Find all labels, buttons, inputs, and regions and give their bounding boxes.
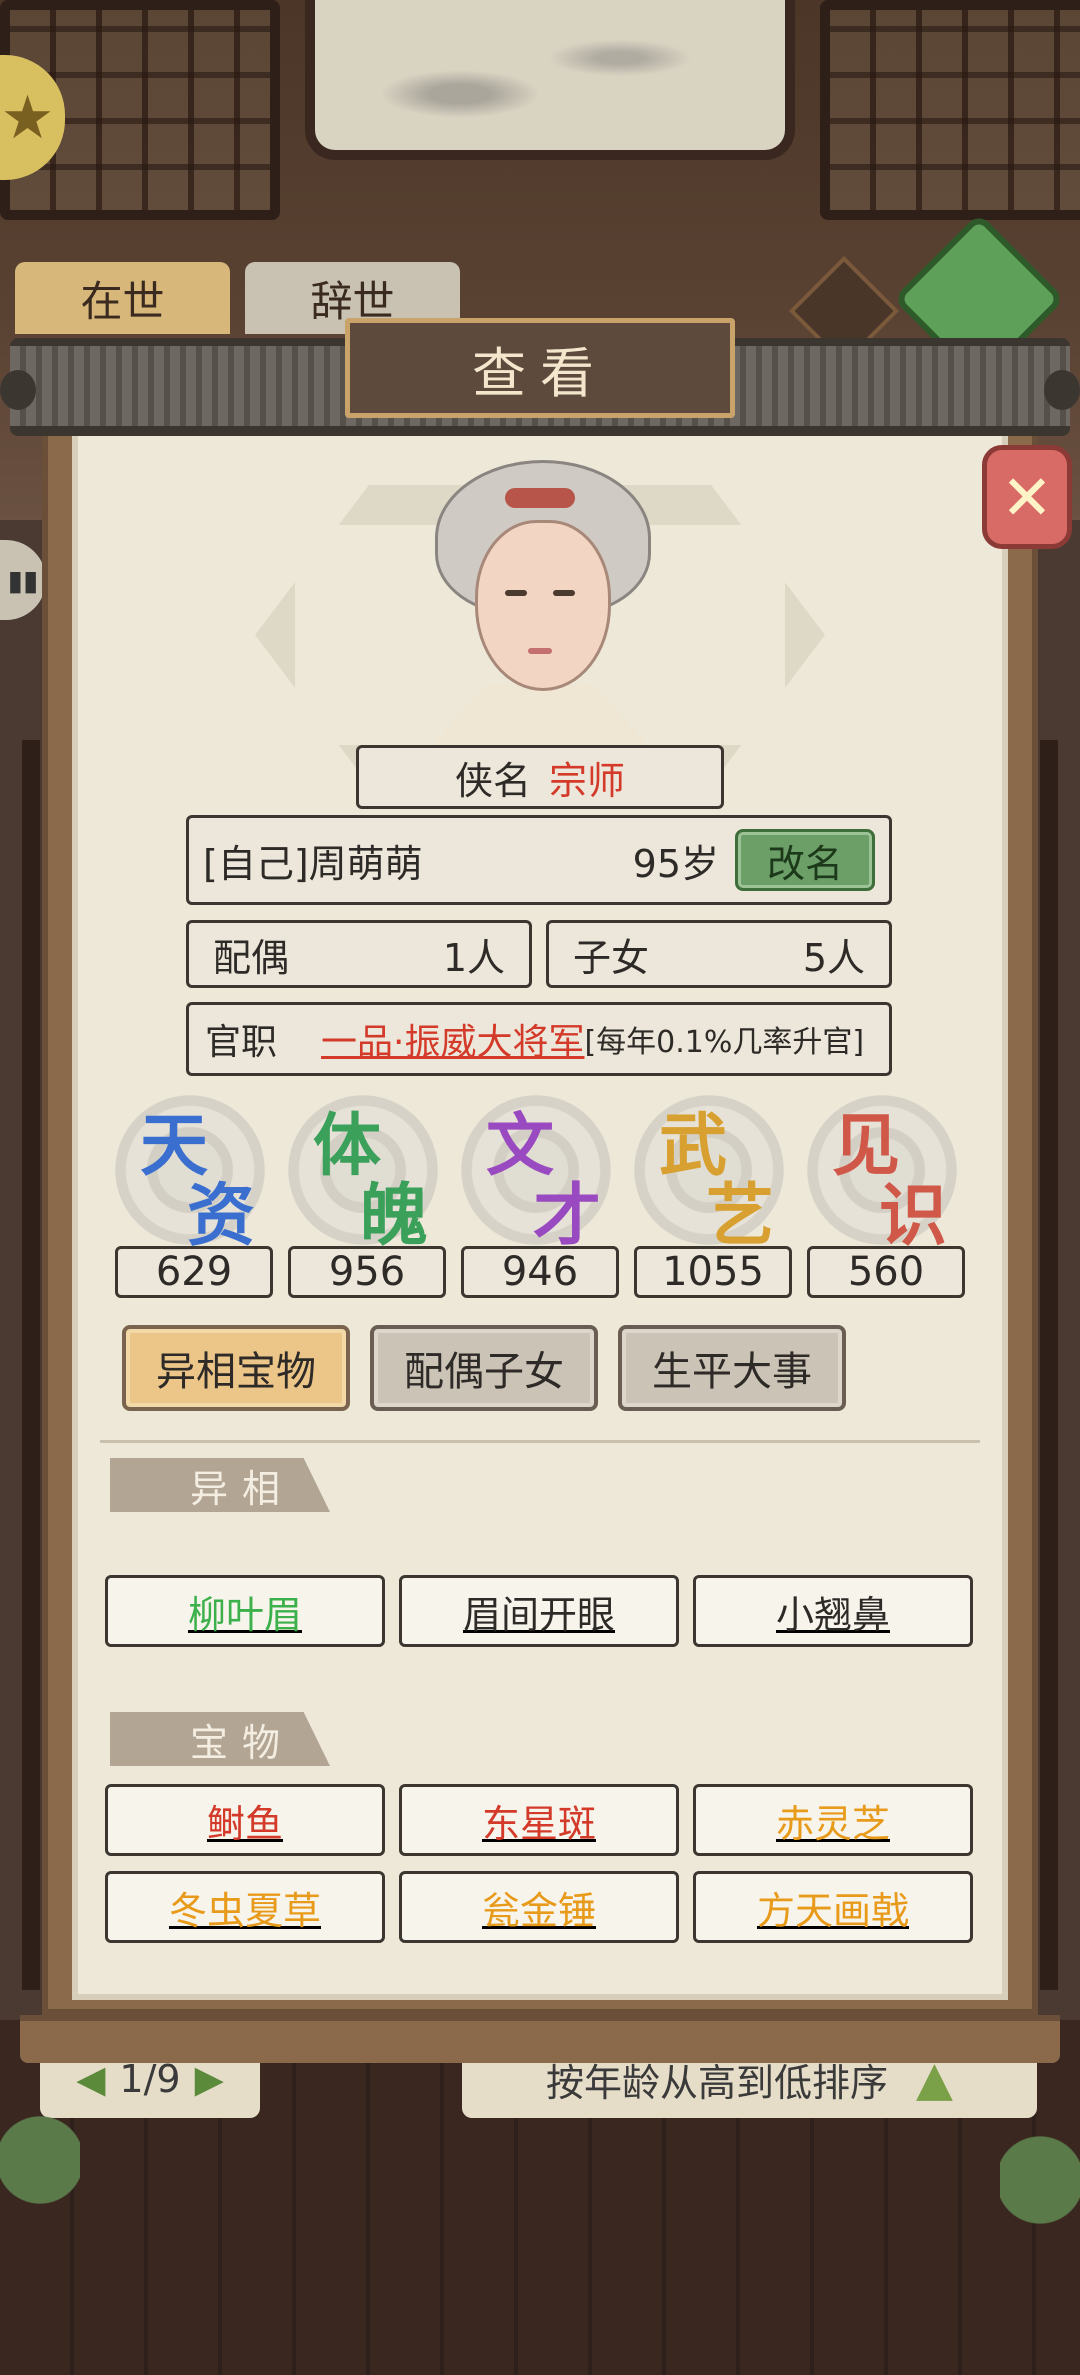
tab-spouse-children[interactable]: 配偶子女: [370, 1325, 598, 1411]
stat-insight-char2: 识: [879, 1177, 948, 1256]
roof-end-right: [1044, 370, 1080, 410]
tab-traits-treasures[interactable]: 异相宝物: [122, 1325, 350, 1411]
alias-label: 侠名: [454, 758, 531, 803]
dialog-base: [20, 2015, 1060, 2063]
stat-martial-value: 1055: [634, 1246, 792, 1298]
flower-decoration-left: [0, 2060, 80, 2260]
stat-literary-number: 946: [501, 1249, 579, 1295]
bg-column-right: [1040, 740, 1058, 1990]
treasure-item-label: 瓮金锤: [481, 1888, 596, 1933]
rename-button[interactable]: 改名: [735, 829, 875, 891]
dialog-title-plate: 查看: [345, 318, 735, 418]
official-note: [每年0.1%几率升官]: [584, 1025, 865, 1060]
stat-literary-value: 946: [461, 1246, 619, 1298]
trait-item[interactable]: 小翘鼻: [693, 1575, 973, 1647]
character-age: 95岁: [632, 841, 719, 886]
next-page-icon[interactable]: ▶: [195, 2057, 224, 2101]
stat-martial-number: 1055: [662, 1249, 764, 1295]
name-row: [自己]周萌萌 95岁 改名: [186, 815, 892, 905]
stat-insight-number: 560: [847, 1249, 925, 1295]
children-label: 子女: [573, 935, 650, 980]
traits-header: 异相: [110, 1458, 330, 1512]
stat-insight-value: 560: [807, 1246, 965, 1298]
official-label: 官职: [205, 1022, 278, 1063]
stat-martial-char2: 艺: [706, 1177, 775, 1256]
character-name: [自己]周萌萌: [203, 841, 423, 886]
roof-end-left: [0, 370, 36, 410]
flower-decoration-right: [1000, 2080, 1080, 2280]
treasures-header: 宝物: [110, 1712, 330, 1766]
treasure-item-label: 冬虫夏草: [168, 1888, 321, 1933]
spouse-count: 1人: [442, 935, 505, 980]
trait-item-label: 小翘鼻: [775, 1592, 890, 1637]
portrait-mouth: [528, 648, 552, 654]
section-divider: [100, 1440, 980, 1443]
treasure-item[interactable]: 方天画戟: [693, 1871, 973, 1943]
spouse-box: 配偶 1人: [186, 920, 532, 988]
children-box: 子女 5人: [546, 920, 892, 988]
portrait-eye-left: [505, 590, 527, 596]
treasures-header-label: 宝物: [190, 1720, 295, 1765]
portrait-eye-right: [553, 590, 575, 596]
tab-alive[interactable]: 在世: [15, 262, 230, 334]
tab-traits-treasures-label: 异相宝物: [156, 1349, 316, 1395]
close-x-icon: ✕: [1001, 460, 1053, 534]
trait-item[interactable]: 眉间开眼: [399, 1575, 679, 1647]
rename-label: 改名: [766, 841, 843, 886]
children-count: 5人: [802, 935, 865, 980]
spouse-label: 配偶: [213, 935, 290, 980]
stat-talent-value: 629: [115, 1246, 273, 1298]
bg-column-left: [22, 740, 40, 1990]
treasure-item[interactable]: 赤灵芝: [693, 1784, 973, 1856]
stat-literary-char2: 才: [533, 1177, 602, 1256]
treasure-item[interactable]: 瓮金锤: [399, 1871, 679, 1943]
lattice-window-right: [820, 0, 1080, 220]
treasure-item[interactable]: 冬虫夏草: [105, 1871, 385, 1943]
trait-item[interactable]: 柳叶眉: [105, 1575, 385, 1647]
stat-physique-value: 956: [288, 1246, 446, 1298]
tab-life-events-label: 生平大事: [652, 1349, 812, 1395]
treasure-item-label: 方天画戟: [756, 1888, 909, 1933]
traits-header-label: 异相: [190, 1466, 295, 1511]
portrait-face: [475, 520, 611, 691]
treasure-item[interactable]: 东星斑: [399, 1784, 679, 1856]
tab-spouse-children-label: 配偶子女: [404, 1349, 564, 1395]
portrait-headband: [505, 488, 575, 508]
alias-value: 宗师: [549, 758, 626, 803]
prev-page-icon[interactable]: ◀: [76, 2057, 105, 2101]
tab-life-events[interactable]: 生平大事: [618, 1325, 846, 1411]
stat-physique-number: 956: [328, 1249, 406, 1295]
alias-box: 侠名 宗师: [356, 745, 724, 809]
tab-alive-label: 在世: [80, 276, 165, 326]
stat-talent-number: 629: [155, 1249, 233, 1295]
treasure-item-label: 鲥鱼: [206, 1801, 283, 1846]
stat-talent-char2: 资: [187, 1177, 256, 1256]
trait-item-label: 柳叶眉: [187, 1592, 302, 1637]
page-number: 1/9: [119, 2057, 181, 2101]
trait-item-label: 眉间开眼: [462, 1592, 615, 1637]
official-box: 官职 一品·振威大将军 [每年0.1%几率升官]: [186, 1002, 892, 1076]
official-title-link[interactable]: 一品·振威大将军: [321, 1013, 584, 1065]
treasure-item-label: 赤灵芝: [775, 1801, 890, 1846]
stat-physique-char2: 魄: [360, 1177, 429, 1256]
dialog-title: 查看: [472, 341, 608, 405]
close-button[interactable]: ✕: [982, 445, 1072, 549]
painting-ink: [340, 10, 740, 130]
treasure-item[interactable]: 鲥鱼: [105, 1784, 385, 1856]
treasure-item-label: 东星斑: [481, 1801, 596, 1846]
